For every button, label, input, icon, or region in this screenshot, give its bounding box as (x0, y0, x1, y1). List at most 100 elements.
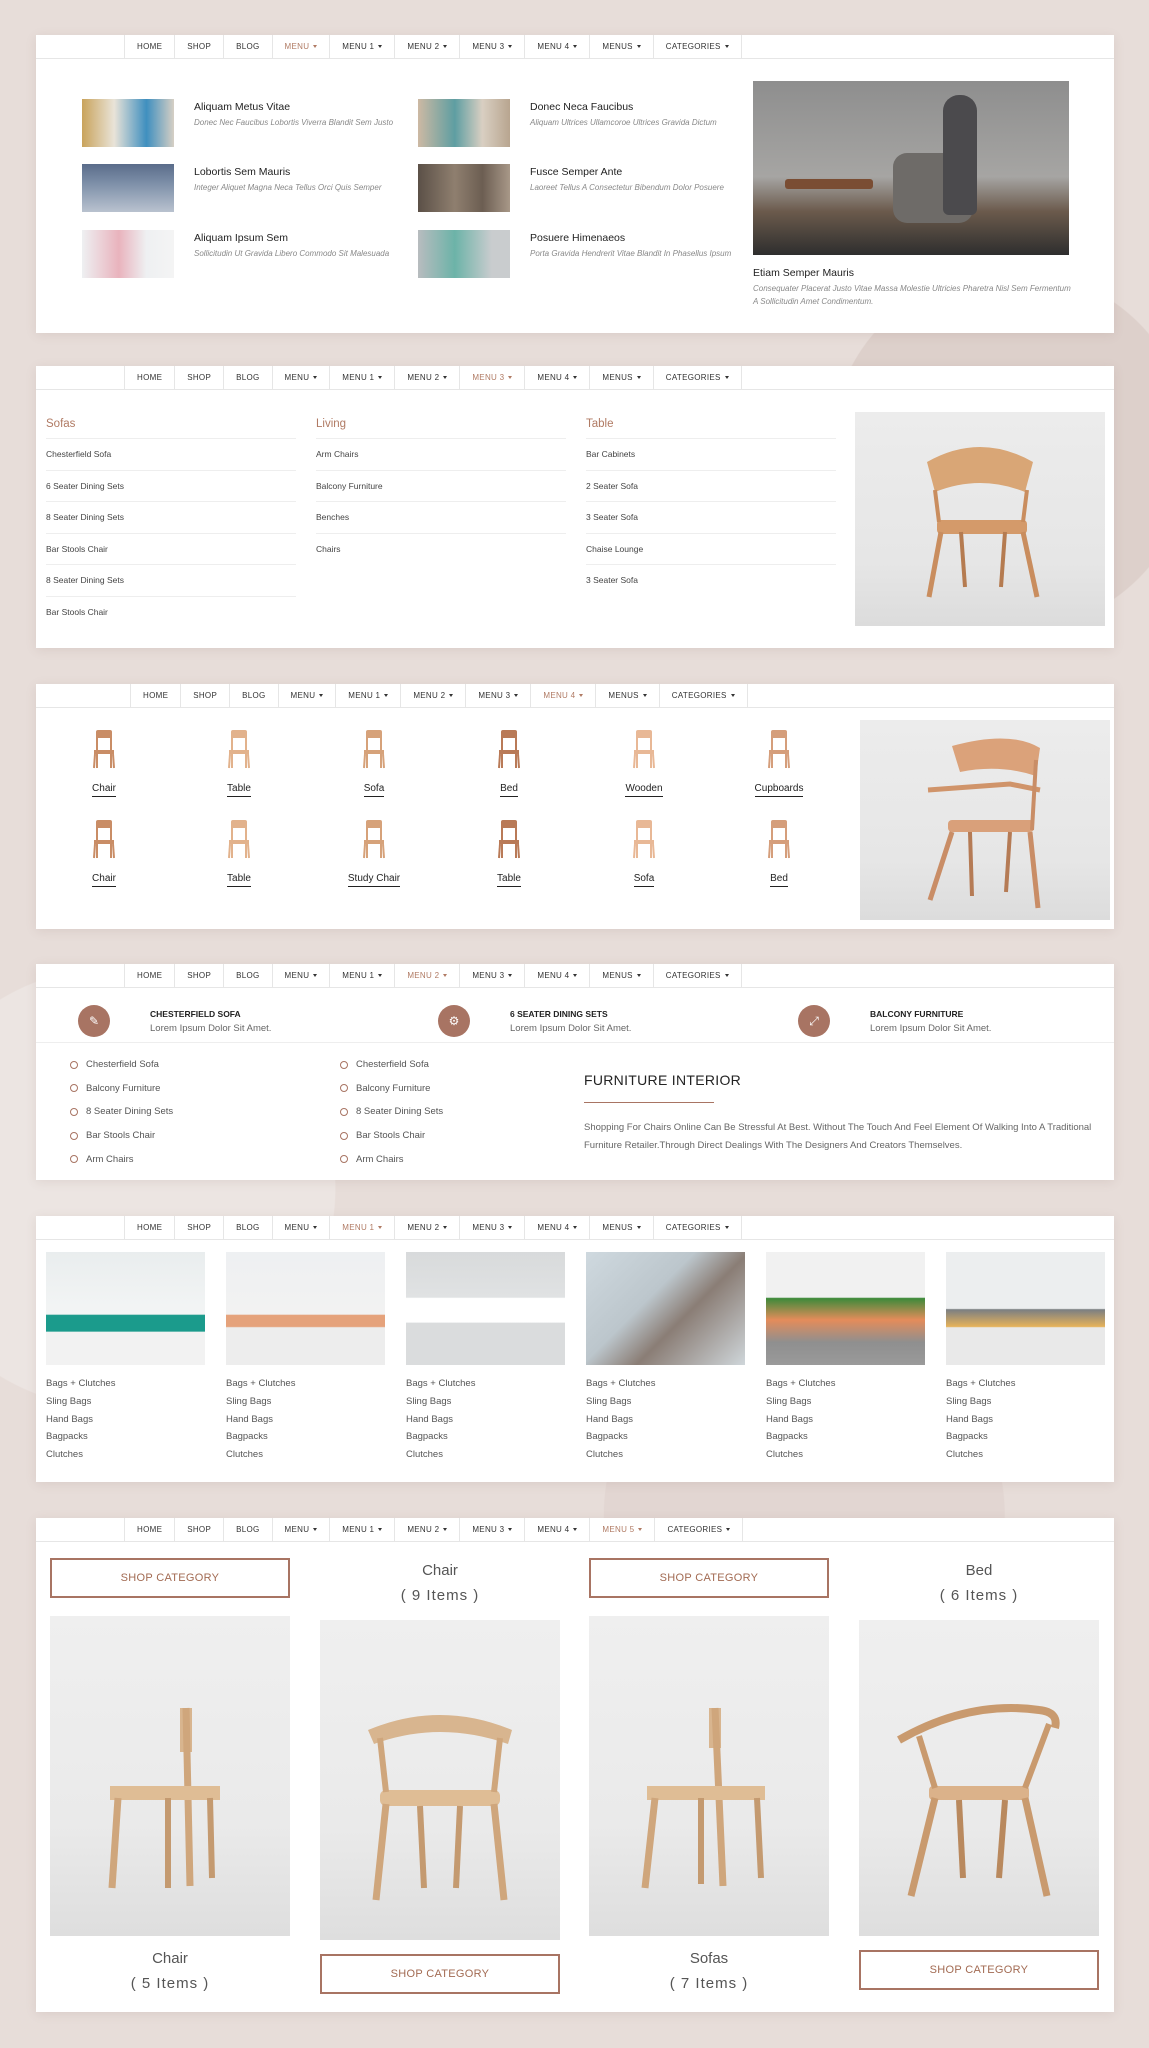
category-tile[interactable]: Bed (459, 728, 559, 797)
product-link[interactable]: Bags + Clutches (766, 1375, 925, 1393)
nav-categories[interactable]: CATEGORIES (652, 1216, 742, 1239)
nav-menus[interactable]: MENUS (589, 366, 652, 389)
nav-menu3[interactable]: MENU 3 (459, 35, 524, 58)
category-image-sofas[interactable] (589, 1616, 829, 1936)
menu-link[interactable]: 8 Seater Dining Sets (46, 502, 296, 534)
nav-menu1[interactable]: MENU 1 (329, 1216, 394, 1239)
nav-menu2[interactable]: MENU 2 (394, 1518, 459, 1541)
nav-home[interactable]: HOME (124, 1216, 174, 1239)
menu-link[interactable]: Chesterfield Sofa (46, 439, 296, 471)
product-link[interactable]: Bags + Clutches (226, 1375, 385, 1393)
menu-link[interactable]: 6 Seater Dining Sets (46, 471, 296, 502)
nav-menu[interactable]: MENU (271, 35, 330, 58)
menu-link[interactable]: Arm Chairs (316, 439, 566, 471)
product-link[interactable]: Bags + Clutches (946, 1375, 1105, 1393)
product-image[interactable] (946, 1252, 1105, 1365)
product-link[interactable]: Clutches (766, 1446, 925, 1464)
nav-menu1[interactable]: MENU 1 (329, 366, 394, 389)
product-link[interactable]: Hand Bags (766, 1411, 925, 1429)
category-image-chair[interactable] (320, 1620, 560, 1940)
product-link[interactable]: Hand Bags (946, 1411, 1105, 1429)
product-link[interactable]: Clutches (226, 1446, 385, 1464)
radio-link[interactable]: 8 Seater Dining Sets (70, 1100, 173, 1124)
product-link[interactable]: Bagpacks (46, 1428, 205, 1446)
menu-link[interactable]: Chairs (316, 534, 566, 566)
product-image[interactable] (226, 1252, 385, 1365)
shop-category-button[interactable]: SHOP CATEGORY (320, 1954, 560, 1994)
nav-blog[interactable]: BLOG (223, 1518, 271, 1541)
product-link[interactable]: Hand Bags (406, 1411, 565, 1429)
nav-home[interactable]: HOME (124, 35, 174, 58)
radio-link[interactable]: Chesterfield Sofa (340, 1053, 443, 1077)
nav-menu1[interactable]: MENU 1 (329, 1518, 394, 1541)
product-link[interactable]: Clutches (406, 1446, 565, 1464)
product-link[interactable]: Hand Bags (226, 1411, 385, 1429)
nav-menu2[interactable]: MENU 2 (400, 684, 465, 707)
nav-blog[interactable]: BLOG (223, 366, 271, 389)
nav-blog[interactable]: BLOG (229, 684, 277, 707)
blog-post[interactable]: Donec Neca Faucibus Aliquam Ultrices Ulla… (418, 99, 738, 147)
nav-menu5[interactable]: MENU 5 (589, 1518, 654, 1541)
product-link[interactable]: Clutches (46, 1446, 205, 1464)
category-tile[interactable]: Chair (54, 728, 154, 797)
product-image[interactable] (46, 1252, 205, 1365)
feature-item[interactable]: ✎ CHESTERFIELD SOFA Lorem Ipsum Dolor Sit… (78, 1005, 271, 1037)
blog-post[interactable]: Fusce Semper Ante Laoreet Tellus A Consec… (418, 164, 738, 212)
menu-link[interactable]: 3 Seater Sofa (586, 502, 836, 534)
nav-home[interactable]: HOME (124, 366, 174, 389)
product-link[interactable]: Bags + Clutches (586, 1375, 745, 1393)
blog-post[interactable]: Lobortis Sem Mauris Integer Aliquet Magna… (82, 164, 402, 212)
product-link[interactable]: Bagpacks (586, 1428, 745, 1446)
nav-menu4[interactable]: MENU 4 (524, 964, 589, 987)
nav-menu[interactable]: MENU (271, 1518, 330, 1541)
radio-link[interactable]: Arm Chairs (340, 1147, 443, 1171)
nav-home[interactable]: HOME (124, 1518, 174, 1541)
nav-blog[interactable]: BLOG (223, 1216, 271, 1239)
menu-link[interactable]: Bar Stools Chair (46, 534, 296, 565)
product-link[interactable]: Sling Bags (766, 1393, 925, 1411)
product-link[interactable]: Bagpacks (226, 1428, 385, 1446)
blog-post[interactable]: Aliquam Ipsum Sem Sollicitudin Ut Gravida… (82, 230, 402, 278)
nav-menu4[interactable]: MENU 4 (524, 366, 589, 389)
featured-image[interactable] (753, 81, 1069, 255)
nav-home[interactable]: HOME (130, 684, 180, 707)
nav-menus[interactable]: MENUS (589, 964, 652, 987)
product-image[interactable] (586, 1252, 745, 1365)
product-link[interactable]: Sling Bags (586, 1393, 745, 1411)
category-tile[interactable]: Wooden (594, 728, 694, 797)
shop-category-button[interactable]: SHOP CATEGORY (589, 1558, 829, 1598)
category-tile[interactable]: Chair (54, 818, 154, 887)
nav-menu3[interactable]: MENU 3 (459, 964, 524, 987)
nav-categories[interactable]: CATEGORIES (652, 964, 742, 987)
product-link[interactable]: Bags + Clutches (406, 1375, 565, 1393)
blog-post[interactable]: Posuere Himenaeos Porta Gravida Hendrerit… (418, 230, 738, 278)
menu-link[interactable]: 8 Seater Dining Sets (46, 565, 296, 597)
radio-link[interactable]: Bar Stools Chair (70, 1124, 173, 1148)
product-image[interactable] (406, 1252, 565, 1365)
category-image-chair[interactable] (50, 1616, 290, 1936)
product-link[interactable]: Sling Bags (226, 1393, 385, 1411)
nav-menu1[interactable]: MENU 1 (329, 35, 394, 58)
nav-menu2[interactable]: MENU 2 (394, 35, 459, 58)
category-tile[interactable]: Bed (729, 818, 829, 887)
nav-menu4[interactable]: MENU 4 (530, 684, 595, 707)
radio-link[interactable]: Balcony Furniture (70, 1077, 173, 1101)
menu-link[interactable]: Bar Cabinets (586, 439, 836, 471)
product-link[interactable]: Clutches (586, 1446, 745, 1464)
nav-menus[interactable]: MENUS (589, 1216, 652, 1239)
nav-menu3[interactable]: MENU 3 (459, 1518, 524, 1541)
shop-category-button[interactable]: SHOP CATEGORY (859, 1950, 1099, 1990)
nav-shop[interactable]: SHOP (174, 964, 223, 987)
radio-link[interactable]: Bar Stools Chair (340, 1124, 443, 1148)
nav-blog[interactable]: BLOG (223, 35, 271, 58)
blog-post[interactable]: Aliquam Metus Vitae Donec Nec Faucibus Lo… (82, 99, 402, 147)
feature-item[interactable]: ⤢ BALCONY FURNITURE Lorem Ipsum Dolor Sit… (798, 1005, 991, 1037)
nav-menu1[interactable]: MENU 1 (335, 684, 400, 707)
category-tile[interactable]: Study Chair (324, 818, 424, 887)
nav-shop[interactable]: SHOP (174, 1216, 223, 1239)
nav-menu2[interactable]: MENU 2 (394, 1216, 459, 1239)
category-tile[interactable]: Table (189, 728, 289, 797)
nav-menu[interactable]: MENU (277, 684, 336, 707)
product-link[interactable]: Bagpacks (946, 1428, 1105, 1446)
nav-menu4[interactable]: MENU 4 (524, 1518, 589, 1541)
